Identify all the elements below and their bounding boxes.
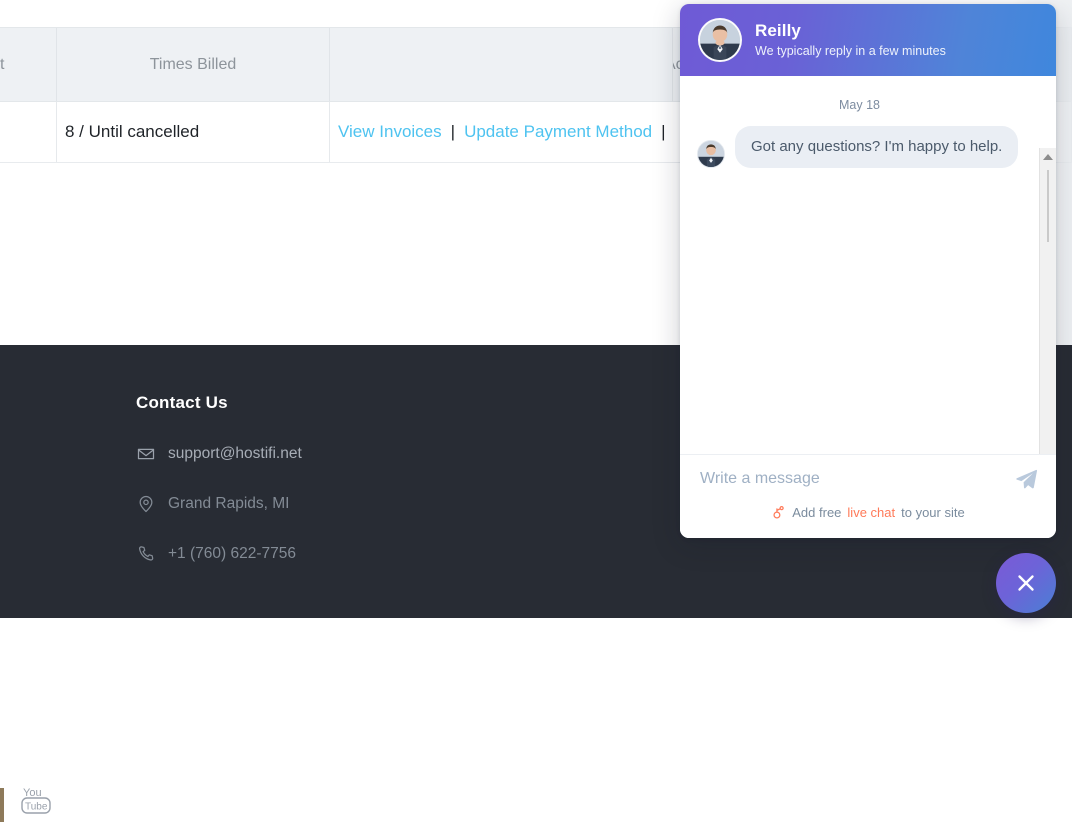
scroll-up-button[interactable] [1040,148,1056,165]
footer-heading: Contact Us [136,393,228,412]
close-icon [1018,575,1034,591]
chat-header: Reilly We typically reply in a few minut… [680,4,1056,76]
location-pin-icon [136,493,162,515]
live-chat-widget: Reilly We typically reply in a few minut… [680,4,1056,538]
update-payment-method-link[interactable]: Update Payment Method [464,122,652,142]
view-invoices-link[interactable]: View Invoices [338,122,442,142]
hubspot-sprocket-icon [771,505,786,520]
action-separator-1: | [450,122,456,141]
chat-date-separator: May 18 [839,98,880,112]
footer-email-item[interactable]: support@hostifi.net [136,443,302,465]
live-chat-link[interactable]: live chat [847,505,895,520]
svg-text:You: You [23,787,42,799]
message-avatar [697,139,725,168]
table-header-label-0: t [0,55,5,73]
footer-location-text: Grand Rapids, MI [168,495,290,512]
scrollbar-thumb[interactable] [1047,170,1049,242]
footer-email-text: support@hostifi.net [168,445,302,462]
table-header-cell-times-billed: Times Billed [57,28,330,101]
chat-message-bubble: Got any questions? I'm happy to help. [735,126,1019,168]
envelope-icon [136,443,162,465]
footer-contact-column: Contact Us support@hostifi.net Grand Rap… [136,393,302,593]
footer-phone-item[interactable]: +1 (760) 622-7756 [136,543,302,565]
table-cell-times-billed: 8 / Until cancelled [57,102,330,162]
table-header-cell-0: t [0,28,57,101]
chat-reply-time: We typically reply in a few minutes [755,44,946,59]
phone-icon [136,543,162,565]
chat-message-list: May 18 Got any questions? I'm happy to h… [680,76,1056,526]
footer-location-item: Grand Rapids, MI [136,493,302,515]
chat-close-button[interactable] [996,553,1056,613]
action-separator-2: | [661,122,666,141]
branding-suffix: to your site [901,505,965,520]
chat-agent-name: Reilly [755,21,801,41]
table-cell-actions: View Invoices | Update Payment Method | [330,102,673,162]
branding-prefix: Add free [792,505,842,520]
chat-scroll-area: May 18 Got any questions? I'm happy to h… [680,76,1039,454]
chat-input-area: Add free live chat to your site [680,454,1056,538]
chat-message-row: Got any questions? I'm happy to help. [680,112,1039,168]
message-input[interactable] [698,469,1014,489]
send-icon[interactable] [1014,467,1038,491]
table-cell-0 [0,102,57,162]
table-header-cell-2 [330,28,673,101]
agent-avatar [698,18,742,62]
svg-text:Tube: Tube [25,802,48,813]
chat-branding: Add free live chat to your site [680,503,1056,520]
youtube-icon[interactable]: You Tube [20,785,52,815]
footer-accent-bar [0,788,4,822]
footer-phone-text: +1 (760) 622-7756 [168,545,296,562]
table-header-label-1: Times Billed [149,55,237,73]
